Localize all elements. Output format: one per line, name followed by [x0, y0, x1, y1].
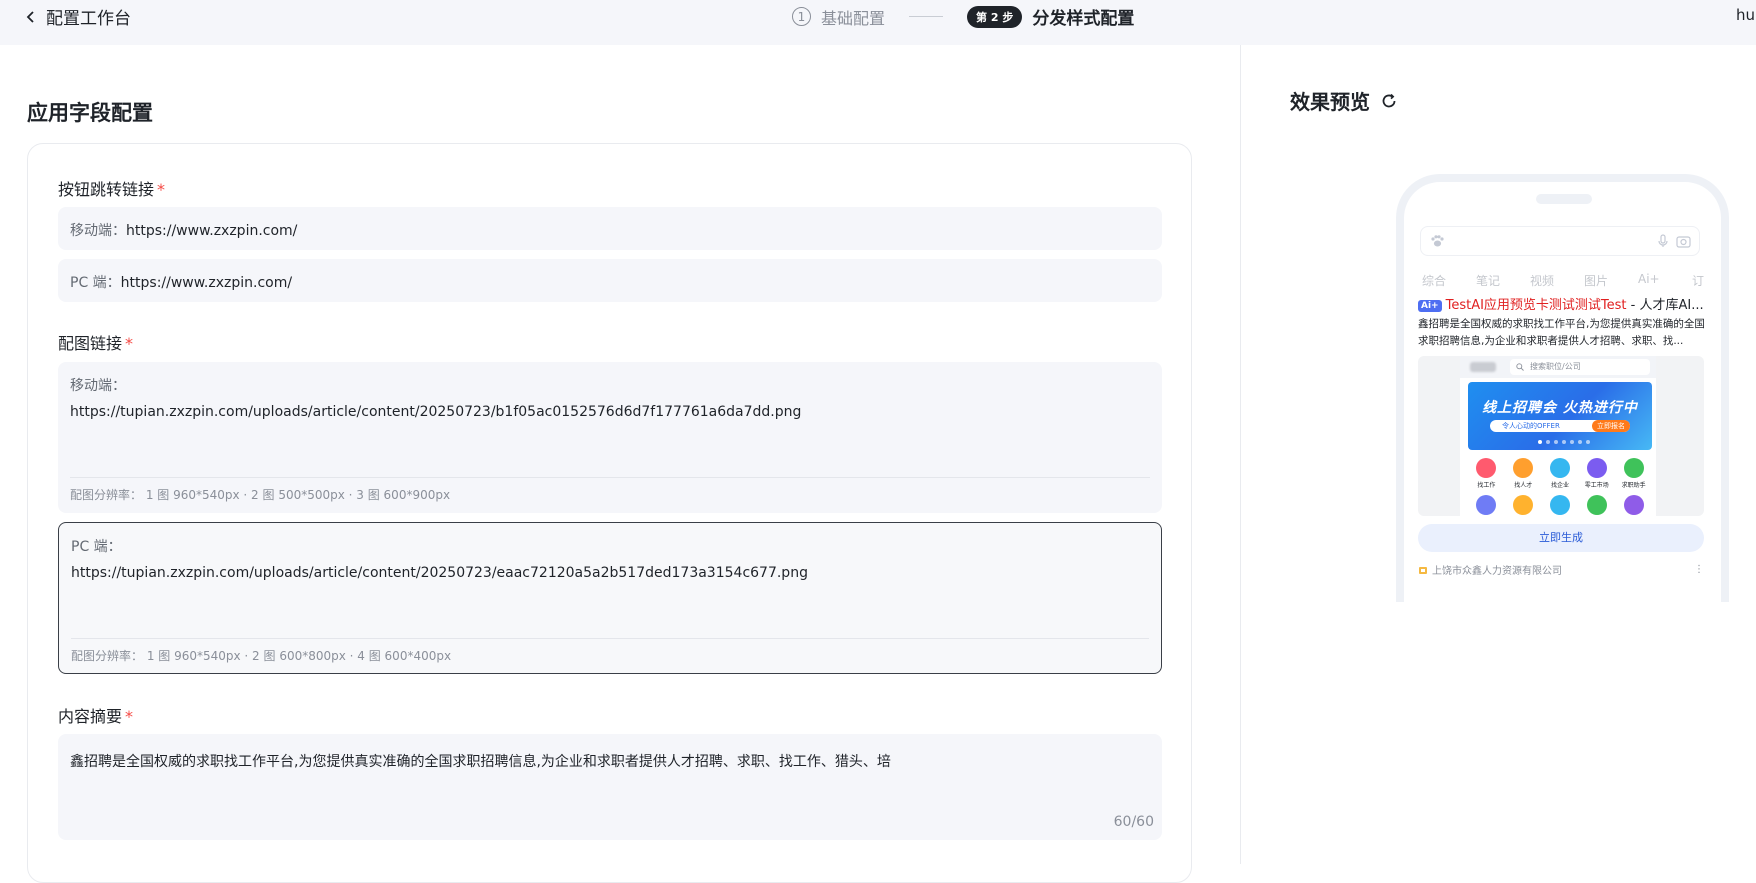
app-grid-item: 找企业	[1542, 458, 1579, 489]
app-grid-item: 找人才	[1505, 458, 1542, 489]
step1-label[interactable]: 基础配置	[821, 5, 885, 29]
preview-search-bar	[1420, 226, 1700, 256]
app-grid-item: 职场资讯	[1505, 495, 1542, 516]
blurred-logo	[1470, 362, 1496, 372]
phone-notch	[1536, 194, 1592, 204]
app-grid-item: 兼职	[1468, 495, 1505, 516]
preview-result-desc: 鑫招聘是全国权威的求职找工作平台,为您提供真实准确的全国求职招聘信息,为企业和求…	[1418, 318, 1705, 347]
mobile-resolution-hint: 配图分辨率： 1 图 960*540px · 2 图 500*500px · 3…	[70, 488, 451, 502]
step2-badge: 第 2 步	[967, 5, 1023, 28]
summary-textarea[interactable]: 鑫招聘是全国权威的求职找工作平台,为您提供真实准确的全国求职招聘信息,为企业和求…	[58, 734, 1162, 840]
back-button[interactable]: 配置工作台	[24, 4, 131, 29]
pc-image-textarea[interactable]: PC 端： https://tupian.zxzpin.com/uploads/…	[58, 522, 1162, 674]
summary-label: 内容摘要 *	[58, 707, 134, 726]
carousel-dots	[1538, 440, 1590, 444]
mobile-link-input[interactable]: 移动端：https://www.zxzpin.com/	[58, 207, 1162, 250]
preview-source: 上饶市众鑫人力资源有限公司 ⋮	[1418, 562, 1704, 577]
char-counter: 60/60	[1113, 814, 1154, 830]
user-name[interactable]: hu	[1736, 6, 1755, 24]
more-icon: ⋮	[1694, 564, 1704, 575]
screenshot-search-box: 搜索职位/公司	[1510, 359, 1650, 375]
preview-result-title: Ai+ TestAI应用预览卡测试测试Test - 人才库AI...	[1418, 294, 1708, 313]
vertical-divider	[1240, 45, 1241, 864]
app-grid-icon	[1586, 495, 1607, 515]
app-grid-label: 找企业	[1550, 482, 1569, 489]
refresh-icon[interactable]	[1380, 92, 1398, 110]
app-grid-item: 零工市场	[1578, 458, 1615, 489]
app-grid-item: 专聘招聘	[1578, 495, 1615, 516]
app-grid-icon	[1513, 458, 1534, 478]
button-link-label: 按钮跳转链接 *	[58, 180, 166, 199]
microphone-icon	[1658, 234, 1668, 247]
preview-tab: Ai+	[1638, 272, 1660, 286]
app-grid-label: 找工作	[1477, 482, 1496, 489]
preview-title: 效果预览	[1290, 86, 1398, 115]
app-grid-item: 线下招聘会	[1615, 495, 1652, 516]
back-label: 配置工作台	[46, 9, 131, 29]
section-title: 应用字段配置	[27, 101, 153, 125]
ai-badge: Ai+	[1418, 300, 1442, 312]
app-grid-label: 求职助手	[1621, 482, 1646, 489]
app-grid-icon	[1476, 495, 1497, 515]
stepper: 1 基础配置 第 2 步 分发样式配置	[792, 4, 1134, 29]
app-icon-grid: 找工作 找人才 找企业 零工市场 求职助手兼职职场资讯网络招聘会专聘招聘线下招聘会	[1468, 458, 1652, 516]
preview-generate-button: 立即生成	[1418, 524, 1704, 552]
paw-icon	[1431, 235, 1444, 247]
step1-number: 1	[792, 7, 811, 26]
divider	[71, 638, 1149, 639]
preview-tab: 综合	[1422, 274, 1447, 288]
preview-tab: 视频	[1530, 274, 1555, 288]
app-grid-icon	[1623, 458, 1644, 478]
pc-resolution-hint: 配图分辨率： 1 图 960*540px · 2 图 600*800px · 4…	[71, 649, 452, 663]
preview-tab: 图片	[1584, 274, 1609, 288]
app-grid-icon	[1476, 458, 1497, 478]
preview-tab: 订	[1692, 274, 1705, 288]
app-grid-icon	[1513, 495, 1534, 515]
app-grid-item: 求职助手	[1615, 458, 1652, 489]
phone-mockup: 综合 笔记 视频 图片 Ai+ 订 Ai+ TestAI应用预览卡测试测试Test…	[1396, 174, 1729, 602]
image-link-label: 配图链接 *	[58, 334, 134, 353]
divider	[70, 477, 1150, 478]
preview-tab: 笔记	[1476, 274, 1501, 288]
app-grid-item: 网络招聘会	[1542, 495, 1579, 516]
preview-image: 搜索职位/公司 线上招聘会 火热进行中 令人心动的OFFER 立即报名 找工作 找人…	[1418, 356, 1704, 516]
company-icon	[1419, 566, 1427, 574]
app-screenshot: 搜索职位/公司 线上招聘会 火热进行中 令人心动的OFFER 立即报名 找工作 找人…	[1460, 356, 1656, 516]
app-grid-item: 找工作	[1468, 458, 1505, 489]
app-grid-icon	[1549, 458, 1570, 478]
app-grid-icon	[1586, 458, 1607, 478]
app-grid-label: 零工市场	[1584, 482, 1609, 489]
mobile-image-textarea[interactable]: 移动端： https://tupian.zxzpin.com/uploads/a…	[58, 362, 1162, 513]
step-connector	[909, 16, 944, 17]
camera-icon	[1676, 236, 1691, 248]
app-grid-icon	[1549, 495, 1570, 515]
pc-link-input[interactable]: PC 端：https://www.zxzpin.com/	[58, 259, 1162, 302]
search-icon	[1516, 363, 1524, 371]
step2-label: 分发样式配置	[1032, 9, 1135, 29]
top-bar: 配置工作台 1 基础配置 第 2 步 分发样式配置 hu	[0, 0, 1756, 45]
app-grid-icon	[1623, 495, 1644, 515]
promo-banner: 线上招聘会 火热进行中 令人心动的OFFER 立即报名	[1468, 382, 1652, 450]
app-grid-label: 找人才	[1514, 482, 1533, 489]
preview-tabs: 综合 笔记 视频 图片 Ai+ 订	[1422, 272, 1721, 289]
chevron-left-icon	[26, 10, 34, 23]
